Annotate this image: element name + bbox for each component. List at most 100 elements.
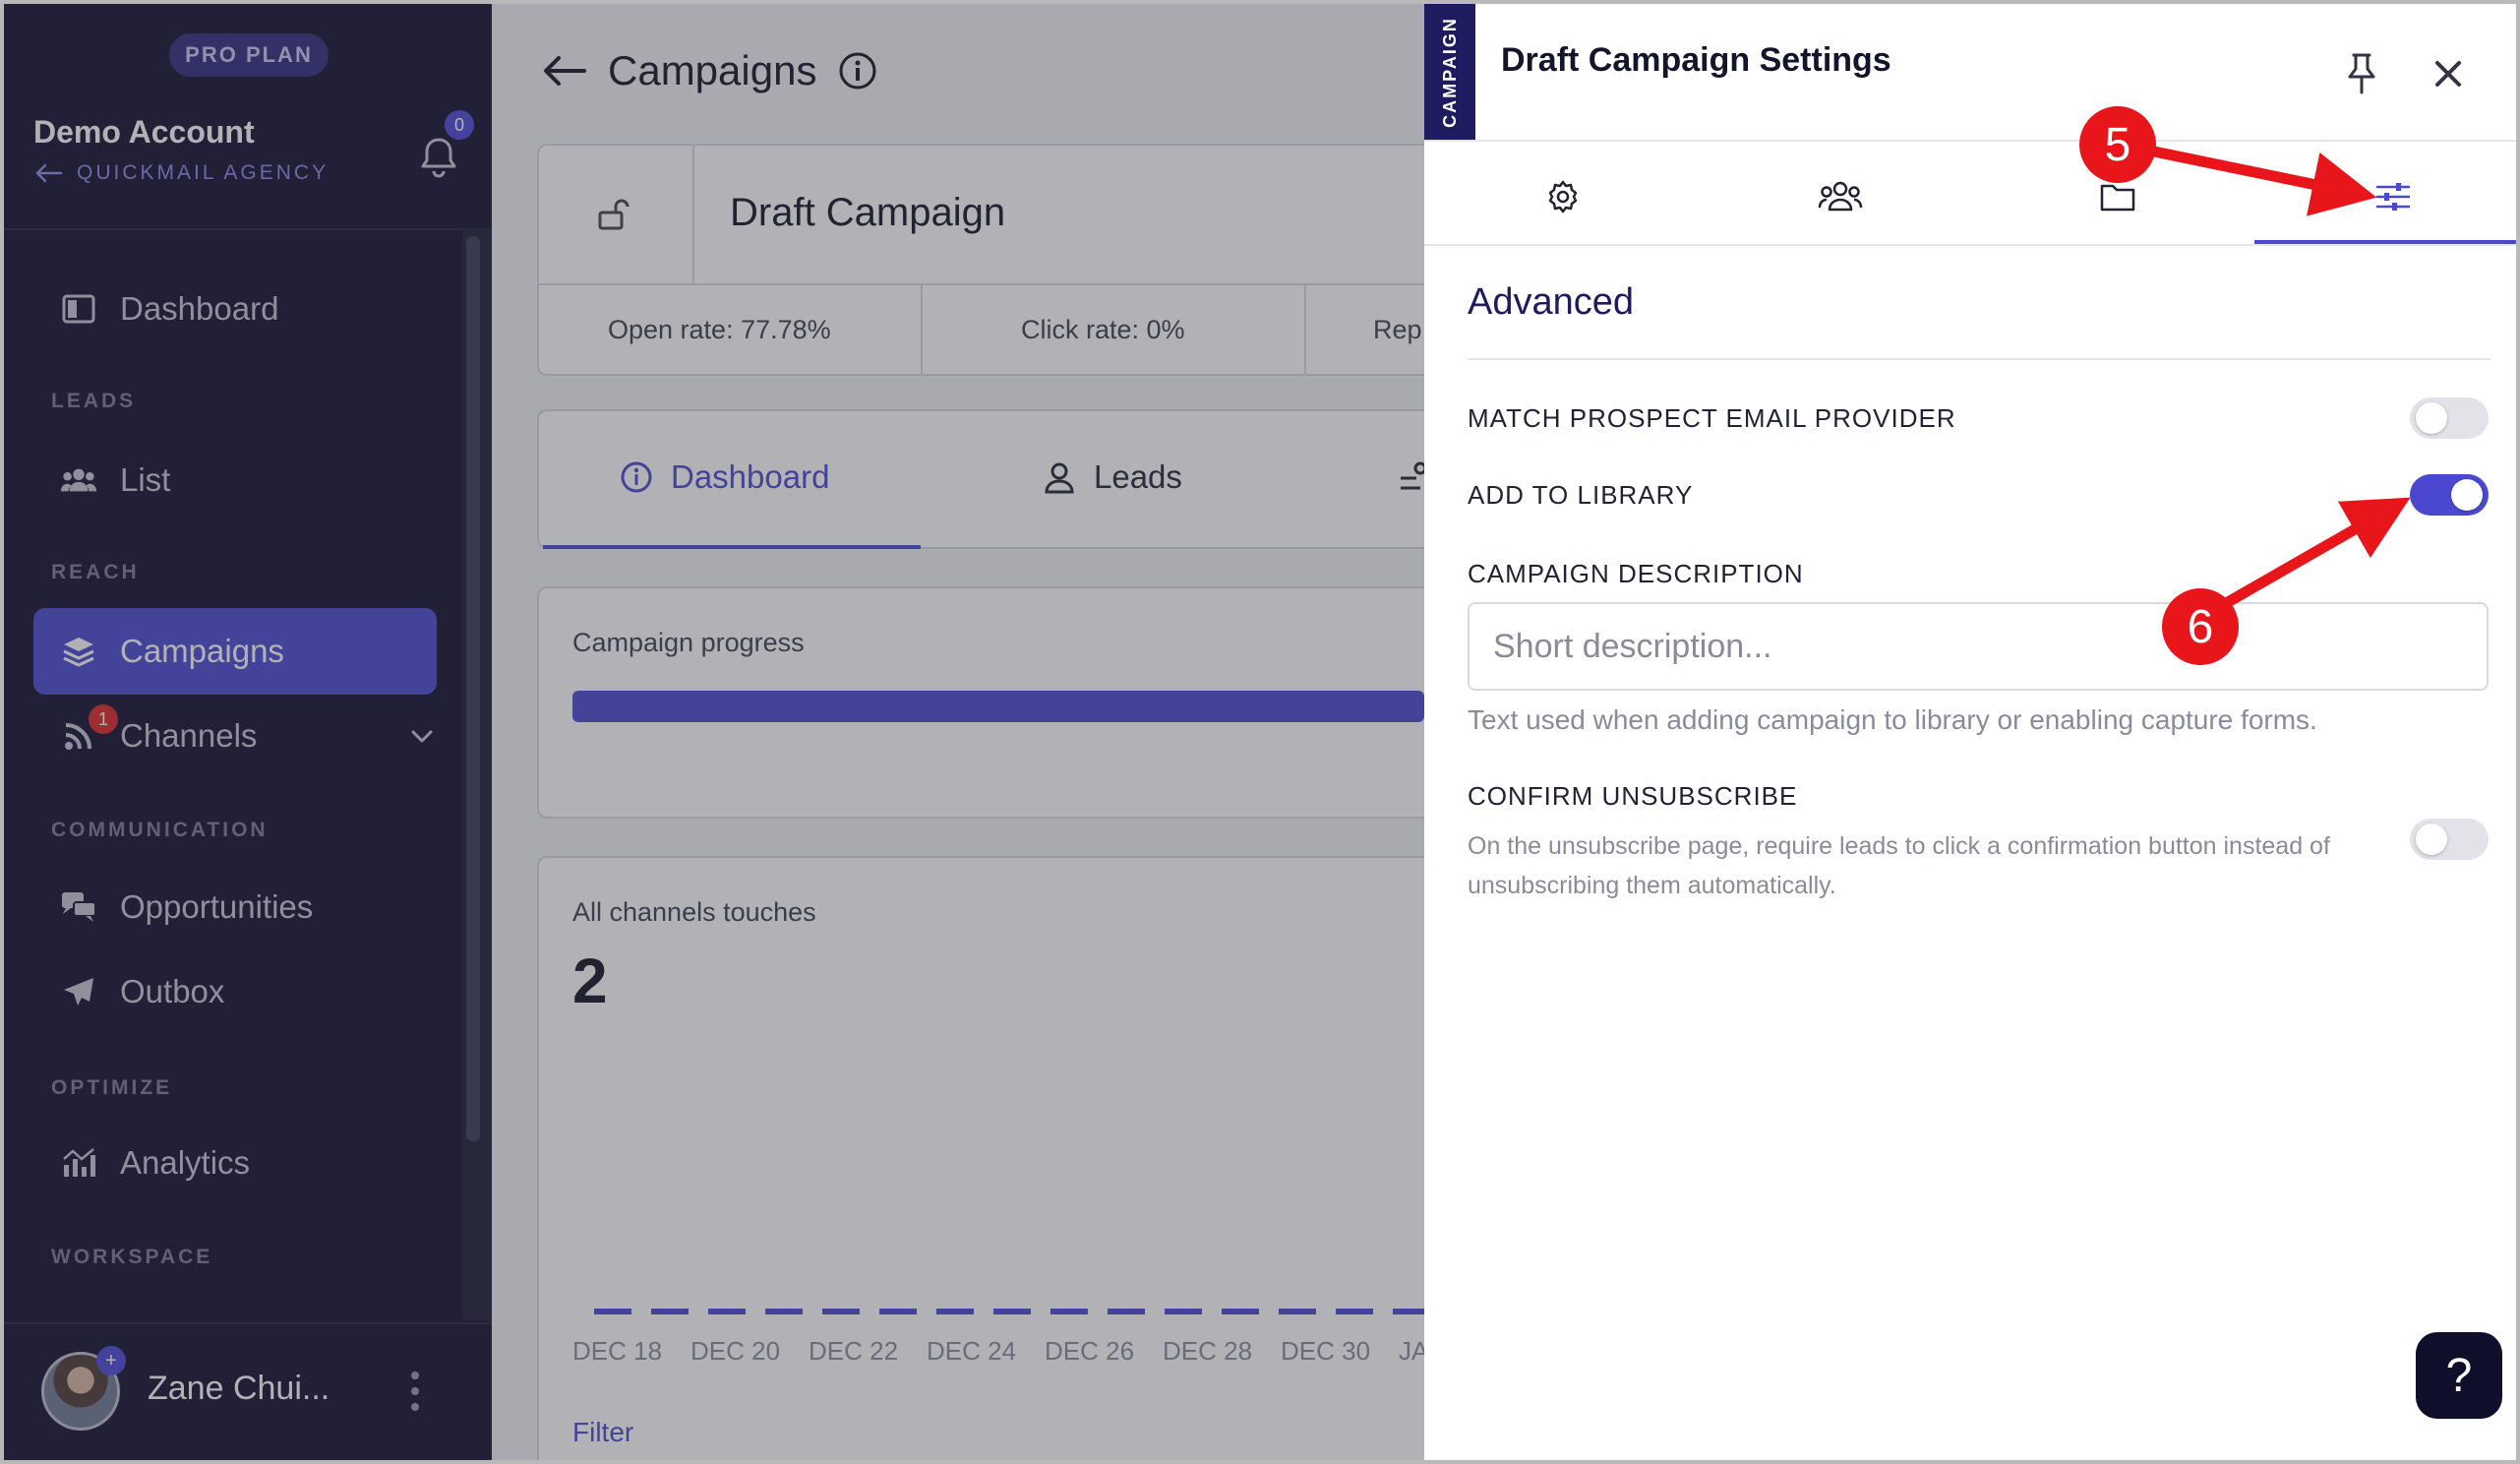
campaign-progress-label: Campaign progress <box>572 628 805 657</box>
step-6-badge: 6 <box>2162 588 2239 665</box>
campaign-name: Draft Campaign <box>730 191 1006 234</box>
campaign-description-help: Text used when adding campaign to librar… <box>1468 704 2317 735</box>
sidebar-item-label: Dashboard <box>120 290 279 327</box>
confirm-unsubscribe-help: On the unsubscribe page, require leads t… <box>1468 832 2330 899</box>
section-reach: REACH <box>51 561 140 583</box>
app-window: PRO PLAN Demo Account QUICKMAIL AGENCY 0… <box>0 0 2520 1464</box>
card-divider <box>1304 285 1306 376</box>
step-5-badge: 5 <box>2079 106 2156 183</box>
user-name[interactable]: Zane Chui... <box>148 1370 330 1408</box>
bell-icon[interactable] <box>415 134 462 181</box>
sidebar-item-label: Opportunities <box>120 888 314 925</box>
sidebar-divider <box>4 228 492 230</box>
add-to-library-toggle[interactable] <box>2410 474 2489 516</box>
section-workspace: WORKSPACE <box>51 1246 213 1268</box>
channels-count-badge: 1 <box>89 704 118 734</box>
reply-rate: Rep <box>1373 315 1422 344</box>
sidebar-item-analytics[interactable]: Analytics <box>33 1120 437 1206</box>
sidebar: PRO PLAN Demo Account QUICKMAIL AGENCY 0… <box>4 4 492 1460</box>
folder-icon <box>2100 184 2135 212</box>
touches-label: All channels touches <box>572 897 816 927</box>
touches-chart-card <box>537 856 1481 1460</box>
tab-team[interactable] <box>1702 152 1979 242</box>
plus-icon[interactable]: + <box>96 1346 126 1375</box>
date-tick-label: DEC 30 <box>1281 1336 1371 1366</box>
active-tab-indicator <box>543 545 921 549</box>
campaign-description-label: CAMPAIGN DESCRIPTION <box>1468 559 1804 588</box>
more-vertical-icon[interactable] <box>405 1372 425 1411</box>
tab-advanced[interactable] <box>2254 152 2516 242</box>
panel-divider <box>1424 140 2516 142</box>
sidebar-item-opportunities[interactable]: Opportunities <box>33 864 437 950</box>
help-button[interactable]: ? <box>2416 1332 2502 1419</box>
date-tick-label: DEC 24 <box>927 1336 1017 1366</box>
layers-icon <box>61 634 96 669</box>
sidebar-item-campaigns[interactable]: Campaigns <box>33 608 437 695</box>
campaign-description-input[interactable] <box>1468 602 2489 691</box>
user-icon <box>1045 462 1074 494</box>
confirm-unsubscribe-toggle[interactable] <box>2410 819 2489 860</box>
notification-count-badge: 0 <box>445 110 474 140</box>
chevron-down-icon[interactable] <box>407 721 437 751</box>
sidebar-item-label: Analytics <box>120 1144 251 1181</box>
agency-switch[interactable]: QUICKMAIL AGENCY <box>35 161 329 185</box>
info-icon[interactable] <box>838 51 877 91</box>
card-divider <box>692 146 694 283</box>
gear-icon <box>1548 180 1578 214</box>
tab-leads[interactable]: Leads <box>1043 458 1182 496</box>
pin-icon[interactable] <box>2343 51 2380 94</box>
sidebar-item-list[interactable]: List <box>33 437 437 523</box>
unlock-icon[interactable] <box>594 195 633 234</box>
tab-general-settings[interactable] <box>1424 152 1702 242</box>
confirm-unsubscribe-label: CONFIRM UNSUBSCRIBE <box>1468 781 1798 811</box>
chat-bubbles-icon <box>61 889 96 925</box>
close-icon[interactable] <box>2430 55 2467 92</box>
sidebar-item-dashboard[interactable]: Dashboard <box>33 266 437 352</box>
tabs-divider <box>1424 244 2516 246</box>
campaign-progress-bar <box>572 691 1424 722</box>
sidebar-item-label: Outbox <box>120 973 225 1009</box>
date-tick-label: DEC 22 <box>809 1336 899 1366</box>
back-arrow-icon[interactable] <box>543 55 586 87</box>
panel-title: Draft Campaign Settings <box>1501 41 1891 79</box>
toggle-knob <box>2416 824 2447 855</box>
chart-series-line <box>594 1309 1424 1314</box>
open-rate: Open rate: 77.78% <box>608 315 831 344</box>
match-provider-label: MATCH PROSPECT EMAIL PROVIDER <box>1468 403 1956 433</box>
date-tick-label: DEC 28 <box>1163 1336 1253 1366</box>
card-divider <box>921 285 923 376</box>
tab-dashboard[interactable]: Dashboard <box>620 458 829 496</box>
toggle-knob <box>2451 479 2483 511</box>
filter-link[interactable]: Filter <box>572 1417 633 1448</box>
arrow-left-icon <box>35 163 63 183</box>
date-tick-label: DEC 26 <box>1045 1336 1135 1366</box>
card-divider <box>537 283 1481 285</box>
date-tick-label: DEC 18 <box>572 1336 663 1366</box>
sliders-icon <box>2375 183 2411 211</box>
touches-value: 2 <box>572 946 608 1016</box>
plan-badge: PRO PLAN <box>169 33 329 77</box>
tab-label: Dashboard <box>671 458 830 495</box>
section-title: Advanced <box>1468 281 1635 323</box>
dashboard-icon <box>61 291 96 327</box>
toggle-knob <box>2416 402 2447 434</box>
page-header: Campaigns <box>543 47 877 94</box>
info-icon <box>621 461 652 493</box>
tab-label: Leads <box>1094 458 1182 495</box>
section-communication: COMMUNICATION <box>51 819 269 841</box>
section-leads: LEADS <box>51 390 137 412</box>
paper-plane-icon <box>61 974 96 1009</box>
sidebar-item-channels[interactable]: Channels <box>33 693 437 779</box>
section-divider <box>1468 358 2490 360</box>
analytics-chart-icon <box>61 1145 96 1181</box>
match-provider-toggle[interactable] <box>2410 397 2489 439</box>
agency-name: QUICKMAIL AGENCY <box>77 161 330 184</box>
campaign-side-label: CAMPAIGN <box>1424 4 1475 140</box>
sidebar-item-outbox[interactable]: Outbox <box>33 948 437 1035</box>
account-name[interactable]: Demo Account <box>33 114 255 151</box>
sidebar-item-label: Campaigns <box>120 633 284 669</box>
sidebar-item-label: Channels <box>120 717 258 754</box>
sidebar-item-label: List <box>120 461 171 498</box>
sidebar-scrollbar[interactable] <box>466 236 480 1141</box>
users-icon <box>61 462 96 498</box>
